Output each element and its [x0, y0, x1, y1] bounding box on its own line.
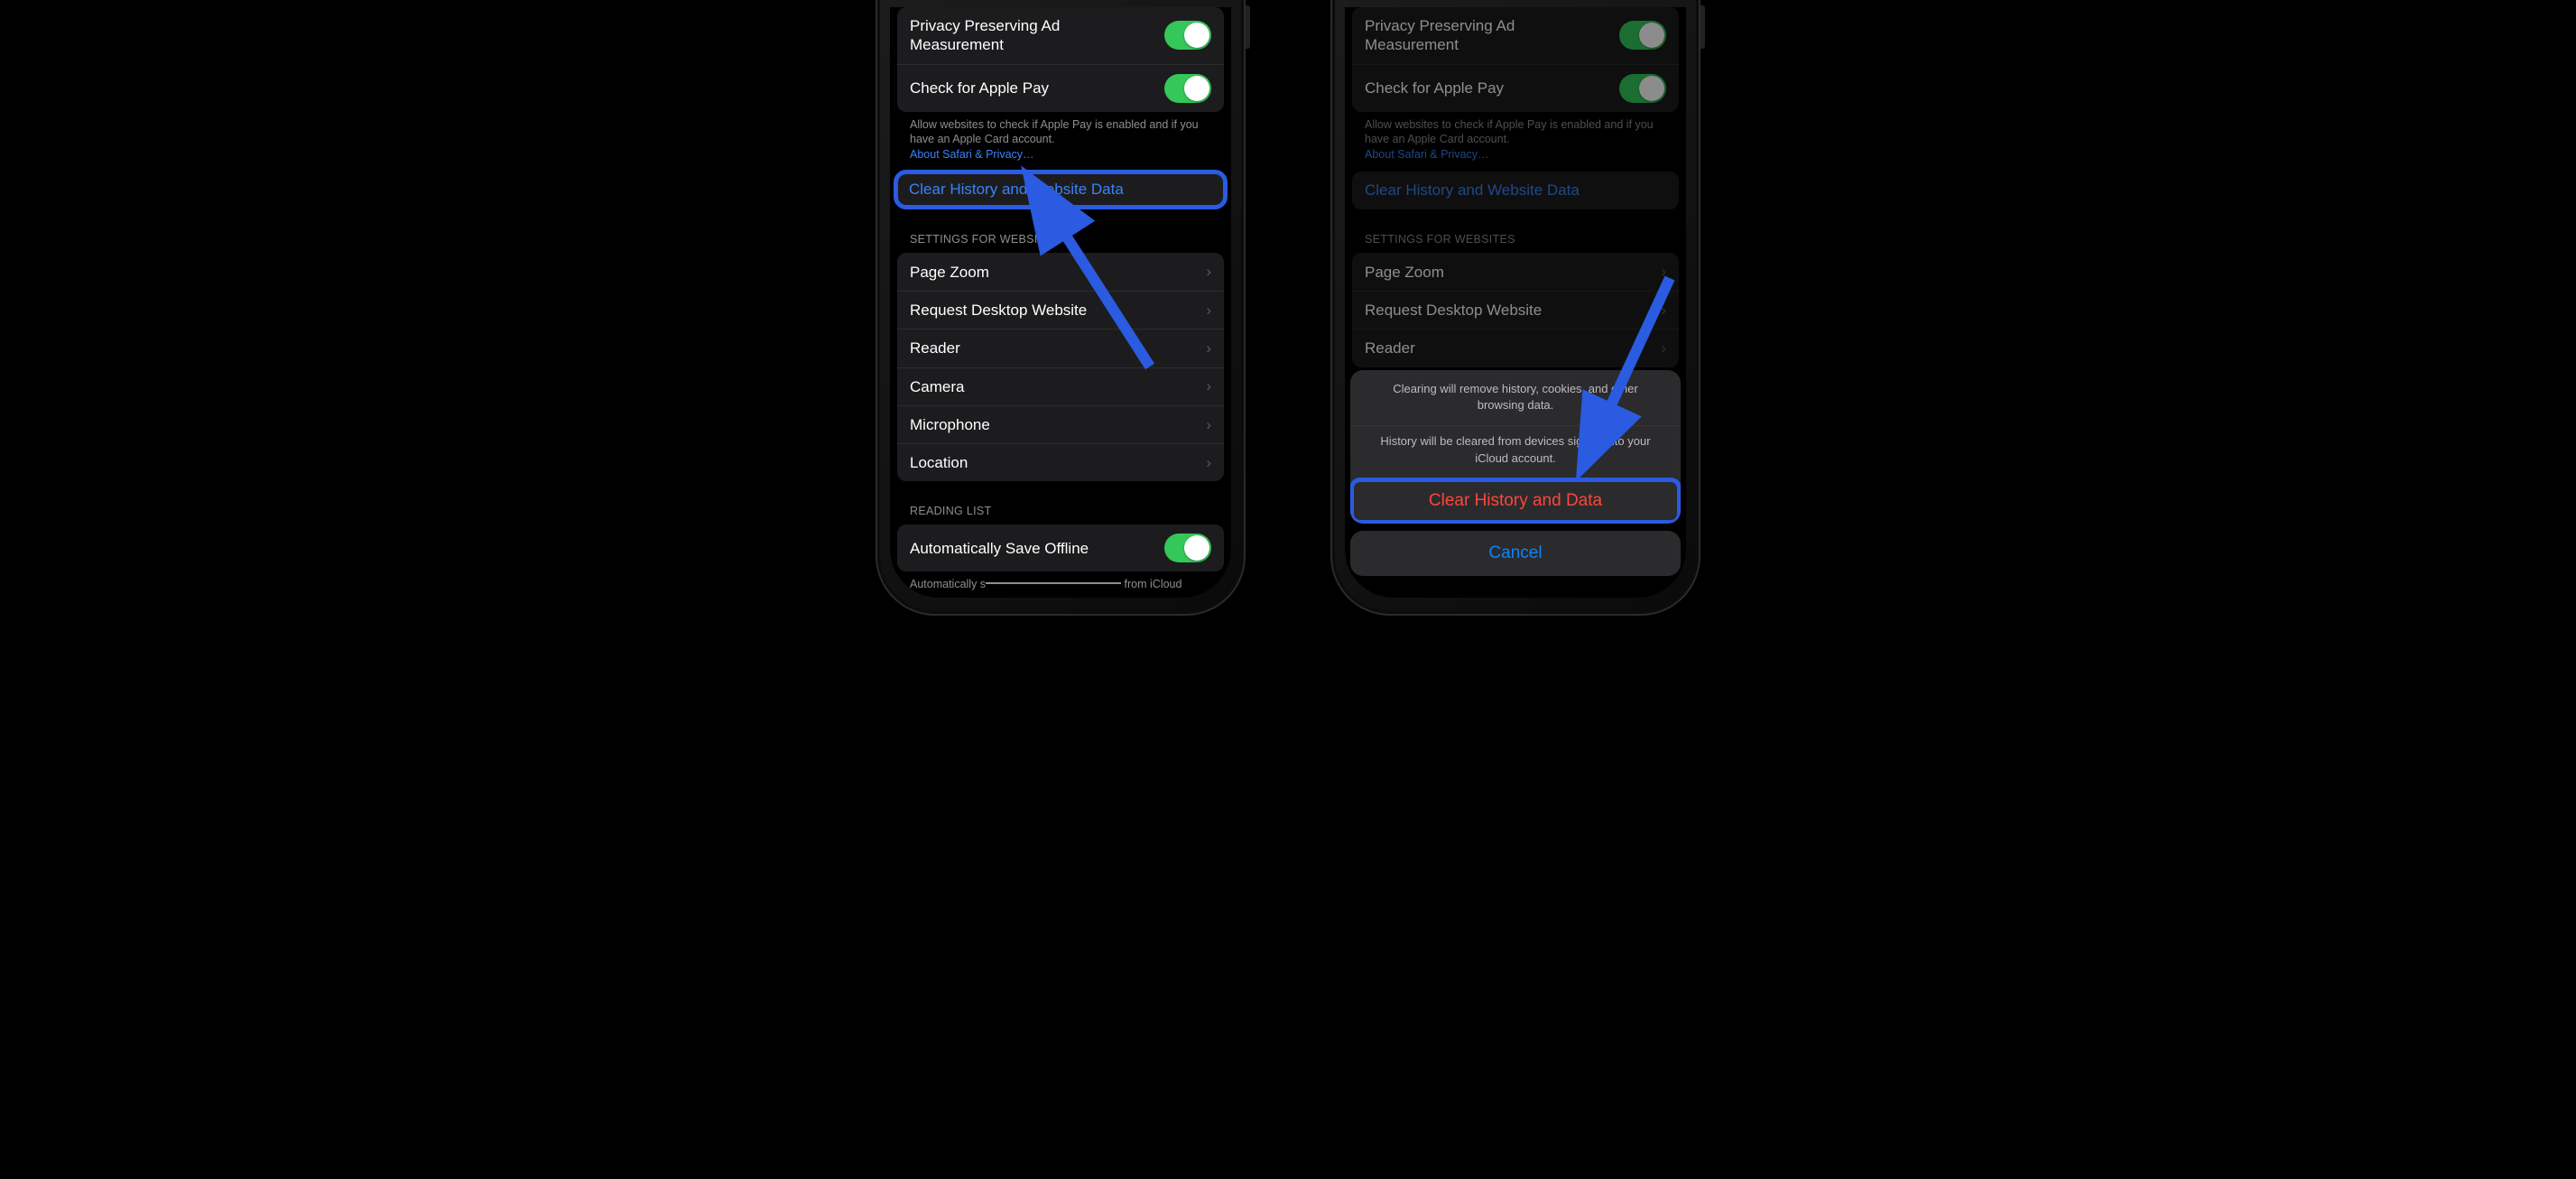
row-camera[interactable]: Camera › [897, 367, 1224, 405]
websites-header: SETTINGS FOR WEBSITES [890, 209, 1231, 253]
note-prefix: Automatically s [910, 578, 986, 590]
action-sheet: Clearing will remove history, cookies, a… [1350, 370, 1681, 524]
cancel-button[interactable]: Cancel [1350, 531, 1681, 576]
phone-left: Privacy Preserving Ad Measurement Check … [876, 0, 1246, 616]
phone-right: Privacy Preserving Ad Measurement Check … [1330, 0, 1700, 616]
row-label: Request Desktop Website [910, 301, 1094, 320]
chevron-right-icon: › [1206, 339, 1211, 357]
reading-list-group: Automatically Save Offline [897, 525, 1224, 571]
row-microphone[interactable]: Microphone › [897, 405, 1224, 443]
row-location[interactable]: Location › [897, 443, 1224, 481]
chevron-right-icon: › [1206, 263, 1211, 281]
about-safari-link[interactable]: About Safari & Privacy… [910, 148, 1034, 161]
screen-left: Privacy Preserving Ad Measurement Check … [890, 7, 1231, 598]
privacy-ad-label: Privacy Preserving Ad Measurement [910, 16, 1164, 55]
row-label: Microphone [910, 415, 997, 434]
action-sheet-overlay: Clearing will remove history, cookies, a… [1345, 7, 1686, 598]
screen-right: Privacy Preserving Ad Measurement Check … [1345, 7, 1686, 598]
row-label: Location [910, 453, 975, 472]
note-suffix: from iCloud [1121, 578, 1181, 590]
row-label: Page Zoom [910, 263, 996, 282]
chevron-right-icon: › [1206, 454, 1211, 472]
chevron-right-icon: › [1206, 377, 1211, 395]
clear-history-button-highlighted[interactable]: Clear History and Website Data [894, 170, 1228, 209]
row-label: Camera [910, 377, 971, 396]
row-label: Reader [910, 339, 968, 357]
clear-history-label: Clear History and Website Data [909, 181, 1124, 198]
reading-list-header: READING LIST [890, 481, 1231, 525]
row-privacy-ad[interactable]: Privacy Preserving Ad Measurement [897, 7, 1224, 64]
row-page-zoom[interactable]: Page Zoom › [897, 253, 1224, 291]
chevron-right-icon: › [1206, 302, 1211, 320]
apple-pay-note: Allow websites to check if Apple Pay is … [890, 112, 1231, 163]
toggle-auto-offline[interactable] [1164, 534, 1211, 562]
auto-offline-label: Automatically Save Offline [910, 539, 1096, 558]
toggle-privacy-ad[interactable] [1164, 21, 1211, 50]
apple-pay-label: Check for Apple Pay [910, 79, 1056, 97]
toggle-apple-pay[interactable] [1164, 74, 1211, 103]
apple-pay-note-text: Allow websites to check if Apple Pay is … [910, 118, 1199, 146]
row-apple-pay[interactable]: Check for Apple Pay [897, 64, 1224, 112]
clear-history-data-button[interactable]: Clear History and Data [1350, 478, 1681, 524]
chevron-right-icon: › [1206, 416, 1211, 434]
row-reader[interactable]: Reader › [897, 329, 1224, 367]
auto-offline-note: Automatically s from iCloud [890, 571, 1231, 592]
sheet-msg-1: Clearing will remove history, cookies, a… [1350, 370, 1681, 426]
sheet-msg-2: History will be cleared from devices sig… [1350, 425, 1681, 478]
cancel-label: Cancel [1488, 543, 1542, 562]
row-request-desktop-website[interactable]: Request Desktop Website › [897, 291, 1224, 329]
privacy-group: Privacy Preserving Ad Measurement Check … [897, 7, 1224, 112]
clear-action-label: Clear History and Data [1429, 491, 1602, 510]
row-auto-offline[interactable]: Automatically Save Offline [897, 525, 1224, 571]
websites-group: Page Zoom›Request Desktop Website›Reader… [897, 253, 1224, 481]
